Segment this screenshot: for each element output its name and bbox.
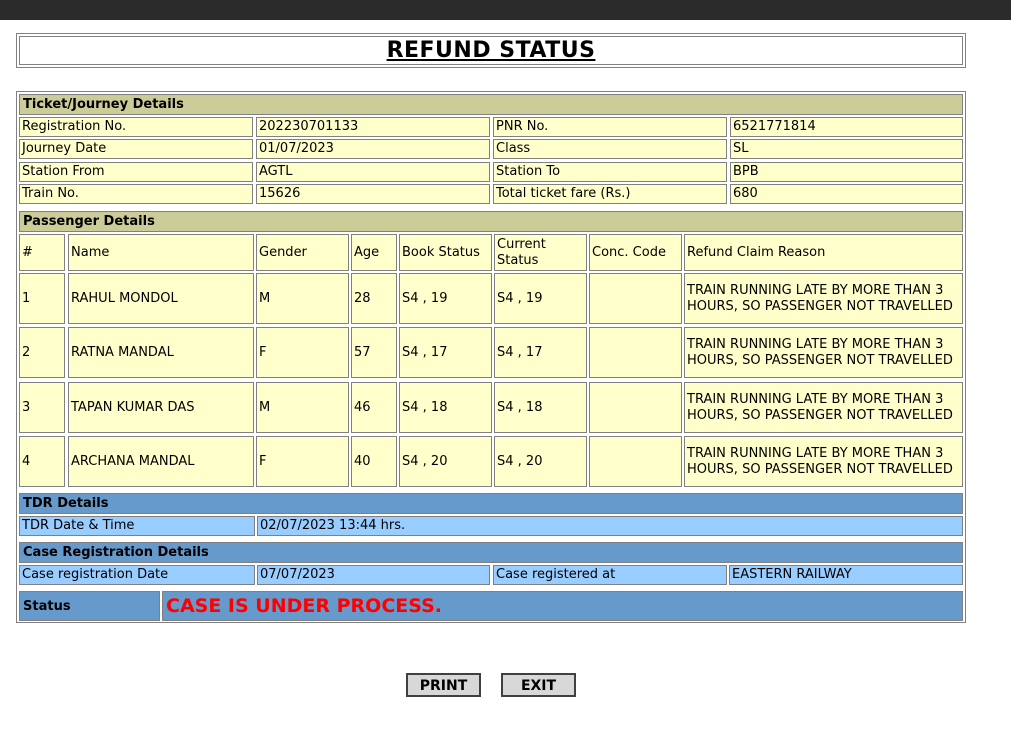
passenger-refund-reason: TRAIN RUNNING LATE BY MORE THAN 3 HOURS,… [684, 382, 963, 433]
passenger-book-status: S4 , 17 [399, 327, 492, 378]
passenger-name: RAHUL MONDOL [68, 273, 254, 324]
passenger-number: 2 [19, 327, 65, 378]
passenger-conc-code [589, 273, 682, 324]
pnr-no-label: PNR No. [493, 117, 727, 137]
pnr-no-value: 6521771814 [730, 117, 963, 137]
passenger-number: 1 [19, 273, 65, 324]
status-label: Status [19, 591, 160, 621]
col-header-book-status: Book Status [399, 234, 492, 271]
passenger-gender: M [256, 382, 349, 433]
total-fare-value: 680 [730, 184, 963, 204]
station-to-value: BPB [730, 162, 963, 182]
class-label: Class [493, 139, 727, 159]
passenger-age: 57 [351, 327, 397, 378]
passenger-current-status: S4 , 18 [494, 382, 587, 433]
col-header-name: Name [68, 234, 254, 271]
col-header-age: Age [351, 234, 397, 271]
passenger-number: 4 [19, 436, 65, 487]
exit-button[interactable]: EXIT [501, 673, 576, 697]
passenger-name: ARCHANA MANDAL [68, 436, 254, 487]
passenger-current-status: S4 , 20 [494, 436, 587, 487]
journey-date-label: Journey Date [19, 139, 253, 159]
case-date-label: Case registration Date [19, 565, 255, 585]
refund-status-panel: Ticket/Journey Details Registration No. … [16, 91, 966, 623]
case-registered-at-label: Case registered at [493, 565, 727, 585]
print-button[interactable]: PRINT [406, 673, 481, 697]
col-header-current-status: Current Status [494, 234, 587, 271]
passenger-gender: F [256, 327, 349, 378]
registration-no-label: Registration No. [19, 117, 253, 137]
passenger-conc-code [589, 436, 682, 487]
case-registered-at-value: EASTERN RAILWAY [729, 565, 963, 585]
passenger-name: RATNA MANDAL [68, 327, 254, 378]
registration-no-value: 202230701133 [256, 117, 490, 137]
tdr-section-header: TDR Details [19, 493, 963, 514]
passenger-gender: M [256, 273, 349, 324]
train-no-label: Train No. [19, 184, 253, 204]
total-fare-label: Total ticket fare (Rs.) [493, 184, 727, 204]
passenger-name: TAPAN KUMAR DAS [68, 382, 254, 433]
passenger-number: 3 [19, 382, 65, 433]
passenger-book-status: S4 , 20 [399, 436, 492, 487]
col-header-gender: Gender [256, 234, 349, 271]
tdr-date-label: TDR Date & Time [19, 516, 255, 536]
passenger-refund-reason: TRAIN RUNNING LATE BY MORE THAN 3 HOURS,… [684, 273, 963, 324]
passenger-age: 28 [351, 273, 397, 324]
col-header-number: # [19, 234, 65, 271]
passenger-section-header: Passenger Details [19, 211, 963, 232]
case-section-header: Case Registration Details [19, 542, 963, 563]
journey-date-value: 01/07/2023 [256, 139, 490, 159]
status-value: CASE IS UNDER PROCESS. [162, 591, 963, 621]
train-no-value: 15626 [256, 184, 490, 204]
passenger-age: 40 [351, 436, 397, 487]
page-title: REFUND STATUS [19, 36, 963, 65]
station-to-label: Station To [493, 162, 727, 182]
passenger-book-status: S4 , 19 [399, 273, 492, 324]
passenger-gender: F [256, 436, 349, 487]
class-value: SL [730, 139, 963, 159]
passenger-book-status: S4 , 18 [399, 382, 492, 433]
tdr-date-value: 02/07/2023 13:44 hrs. [257, 516, 963, 536]
col-header-refund-reason: Refund Claim Reason [684, 234, 963, 271]
browser-top-bar [0, 0, 1011, 20]
passenger-refund-reason: TRAIN RUNNING LATE BY MORE THAN 3 HOURS,… [684, 436, 963, 487]
passenger-current-status: S4 , 17 [494, 327, 587, 378]
station-from-value: AGTL [256, 162, 490, 182]
passenger-conc-code [589, 382, 682, 433]
passenger-conc-code [589, 327, 682, 378]
station-from-label: Station From [19, 162, 253, 182]
passenger-current-status: S4 , 19 [494, 273, 587, 324]
ticket-section-header: Ticket/Journey Details [19, 94, 963, 115]
passenger-refund-reason: TRAIN RUNNING LATE BY MORE THAN 3 HOURS,… [684, 327, 963, 378]
col-header-conc-code: Conc. Code [589, 234, 682, 271]
passenger-age: 46 [351, 382, 397, 433]
title-frame: REFUND STATUS [16, 33, 966, 68]
case-date-value: 07/07/2023 [257, 565, 490, 585]
